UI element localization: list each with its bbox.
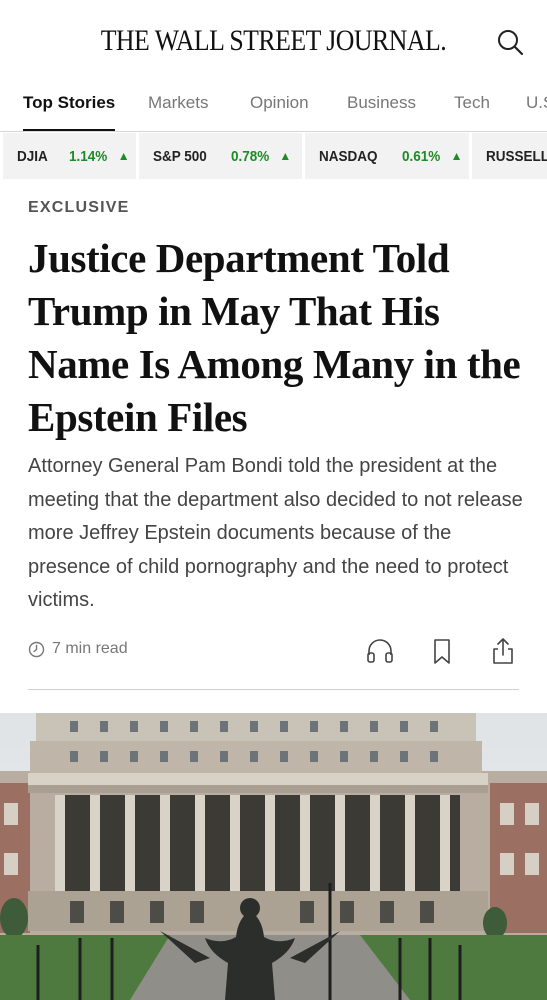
read-time-label: 7 min read xyxy=(52,640,128,657)
market-ticker: DJIA 1.14% ▲ S&P 500 0.78% ▲ NASDAQ 0.61… xyxy=(0,133,547,179)
clock-icon xyxy=(28,641,45,657)
ticker-name: NASDAQ xyxy=(319,147,378,165)
ticker-change: 1.14% xyxy=(69,147,108,165)
tab-top-stories[interactable]: Top Stories xyxy=(23,92,116,132)
tab-tech[interactable]: Tech xyxy=(454,92,490,132)
ticker-item-russell[interactable]: RUSSELL xyxy=(472,133,547,179)
ticker-item-djia[interactable]: DJIA 1.14% ▲ xyxy=(3,133,136,179)
wsj-logo[interactable]: THE WALL STREET JOURNAL. xyxy=(38,24,508,58)
article-summary: Attorney General Pam Bondi told the pres… xyxy=(28,455,523,611)
ticker-change: 0.78% xyxy=(230,147,270,165)
section-nav: Top Stories Markets Opinion Business Tec… xyxy=(0,84,547,132)
ticker-name: DJIA xyxy=(17,147,48,165)
read-time: 7 min read xyxy=(28,640,128,658)
share-icon xyxy=(493,638,513,664)
bookmark-icon xyxy=(434,639,450,664)
ticker-name: S&P 500 xyxy=(153,147,207,165)
article-headline[interactable]: Justice Department Told Trump in May Tha… xyxy=(28,232,533,444)
tab-opinion[interactable]: Opinion xyxy=(250,92,309,132)
tab-markets[interactable]: Markets xyxy=(148,92,208,132)
article-divider xyxy=(28,689,519,690)
up-arrow-icon: ▲ xyxy=(117,149,130,163)
ticker-item-nasdaq[interactable]: NASDAQ 0.61% ▲ xyxy=(305,133,469,179)
ticker-item-sp500[interactable]: S&P 500 0.78% ▲ xyxy=(139,133,302,179)
article-lead-photo[interactable] xyxy=(0,713,547,1000)
masthead: THE WALL STREET JOURNAL. xyxy=(0,0,547,86)
save-button[interactable] xyxy=(427,636,457,666)
headphones-icon xyxy=(367,639,393,663)
ticker-change: 0.61% xyxy=(402,147,441,165)
search-button[interactable] xyxy=(495,27,527,59)
search-icon xyxy=(498,30,524,56)
ticker-name: RUSSELL xyxy=(486,147,547,165)
up-arrow-icon: ▲ xyxy=(450,149,463,163)
up-arrow-icon: ▲ xyxy=(279,149,292,163)
listen-button[interactable] xyxy=(365,636,395,666)
nav-divider xyxy=(0,131,547,132)
building-photo xyxy=(0,713,547,1000)
tab-us[interactable]: U.S. xyxy=(526,92,547,132)
article-meta: 7 min read xyxy=(28,636,519,668)
share-button[interactable] xyxy=(488,636,518,666)
article-kicker: EXCLUSIVE xyxy=(28,199,130,216)
tab-business[interactable]: Business xyxy=(347,92,416,132)
